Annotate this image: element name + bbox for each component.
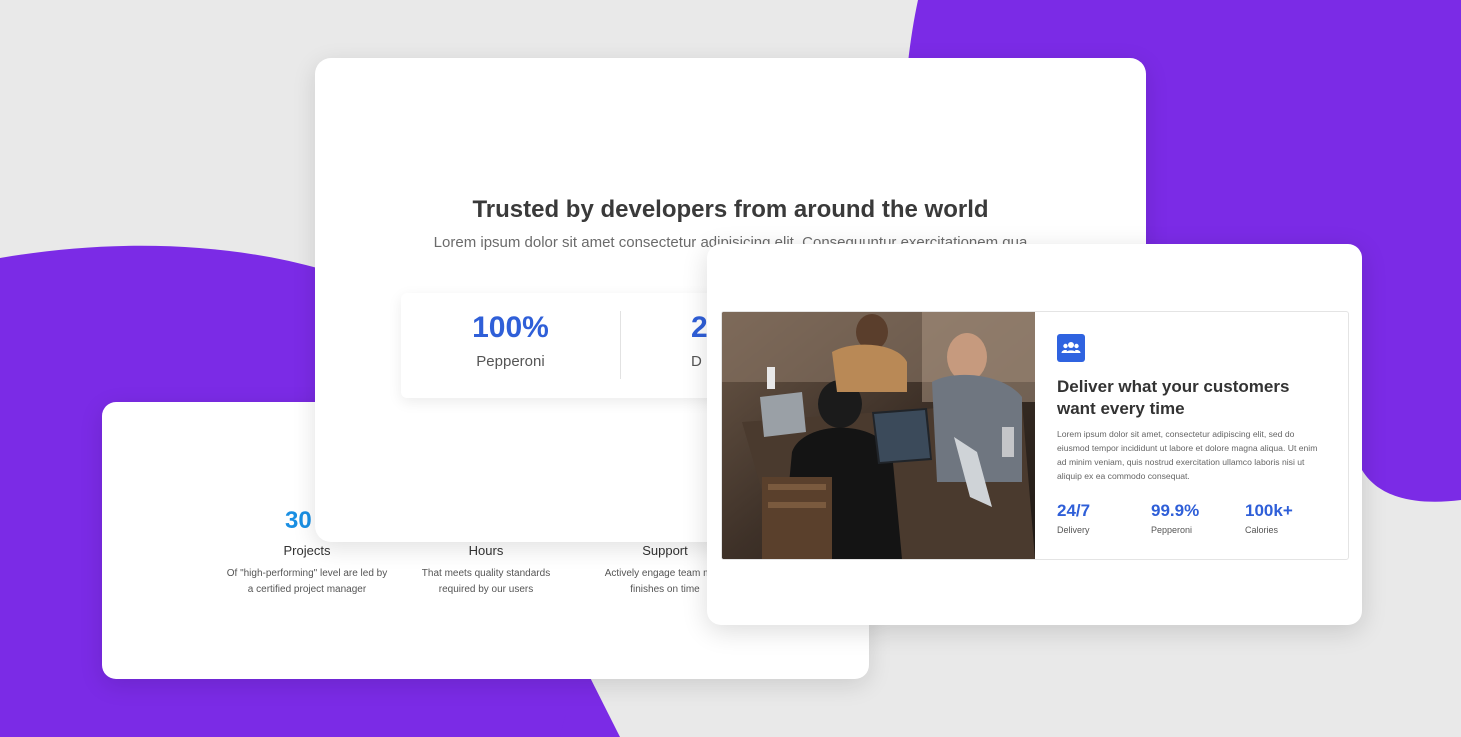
section-title: Trusted by developers from around the wo… [472, 196, 989, 223]
stat-desc-line: Of "high-performing" level are led by [226, 568, 388, 579]
stat-column-hours: Hours That meets quality standards requi… [396, 537, 576, 598]
stat-pepperoni: 100% Pepperoni [401, 293, 620, 398]
stat-label: Calories [1245, 525, 1279, 535]
feature-info: Deliver what your customers want every t… [1057, 312, 1327, 559]
stat-label: Delivery [1057, 525, 1090, 535]
stat-desc: That meets quality standards required by… [396, 566, 576, 598]
feature-body: Lorem ipsum dolor sit amet, consectetur … [1057, 429, 1318, 481]
stat-label: Projects [283, 543, 331, 558]
stat-desc: Of "high-performing" level are led by a … [217, 566, 397, 598]
stat-value: 99.9% [1151, 501, 1200, 520]
team-icon [1057, 334, 1085, 362]
stat-label: Hours [468, 543, 504, 558]
stat-delivery: 24/7 Delivery [1057, 501, 1090, 535]
stat-calories: 100k+ Calories [1245, 501, 1293, 535]
feature-panel: Deliver what your customers want every t… [721, 311, 1349, 560]
stat-desc-line: That meets quality standards [421, 568, 551, 579]
stat-pepperoni: 99.9% Pepperoni [1151, 501, 1199, 535]
team-photo [722, 312, 1035, 559]
feature-title: Deliver what your customers want every t… [1057, 377, 1290, 418]
stat-desc-line: required by our users [438, 584, 534, 595]
stat-value: 100% [472, 311, 549, 344]
stat-label: Pepperoni [476, 353, 545, 370]
stat-desc-line: a certified project manager [247, 584, 367, 595]
stat-value: 24/7 [1057, 501, 1091, 520]
feature-card: Deliver what your customers want every t… [707, 244, 1362, 625]
stat-label: Pepperoni [1151, 525, 1193, 535]
stat-value: 100k+ [1245, 501, 1293, 520]
